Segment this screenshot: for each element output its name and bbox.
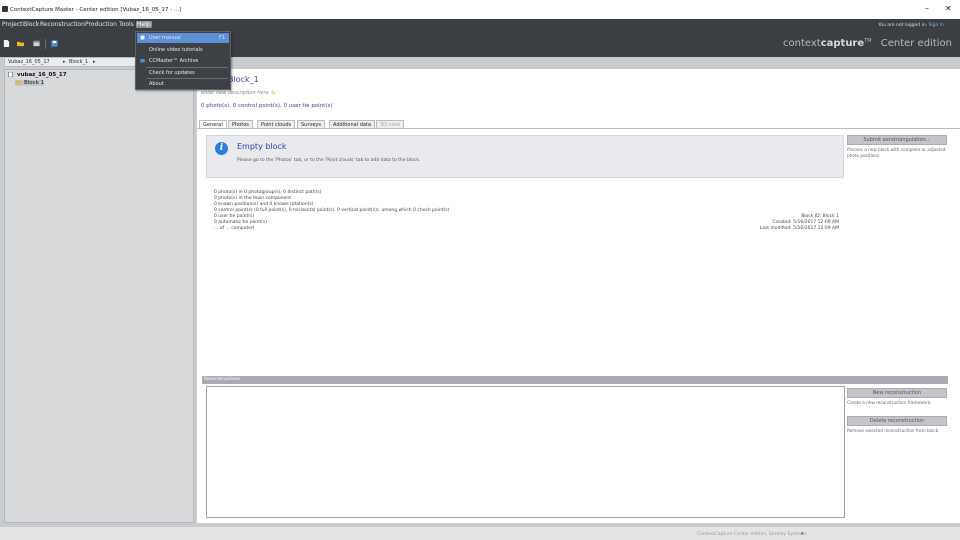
brand-tm: TM	[864, 38, 872, 44]
open-project-icon[interactable]	[17, 40, 24, 47]
reconstructions-list[interactable]	[206, 386, 845, 518]
project-tree: vubaz_16_05_17 Block 1	[4, 69, 194, 523]
new-project-icon[interactable]	[3, 40, 10, 47]
menu-reconstruction[interactable]: Reconstruction	[39, 21, 86, 28]
stat-line: 0 automatic tie point(s)	[214, 220, 268, 225]
block-panel: Block_1 enter new description here ✎ 0 p…	[197, 69, 960, 523]
archive-menu-icon	[140, 59, 145, 63]
menu-tools[interactable]: Tools	[118, 21, 135, 28]
menu-project[interactable]: Project	[1, 21, 24, 28]
license-text: You are not logged in.	[878, 23, 928, 28]
brand-text-capture: capture	[820, 38, 865, 49]
block-summary[interactable]: 0 photo(s), 0 control point(s), 0 user t…	[201, 103, 333, 109]
tree-item-block[interactable]: Block 1	[15, 80, 45, 86]
stat-line: 0 photo(s) in 0 photogroup(s), 0 distinc…	[214, 190, 322, 195]
save-icon[interactable]	[51, 40, 58, 47]
brand-logo: contextcaptureTM Center edition	[783, 38, 952, 49]
menu-block[interactable]: Block	[22, 21, 40, 28]
help-dropdown-menu: User manual F1 Online video tutorials CC…	[135, 31, 231, 90]
menu-item-archive[interactable]: CCMaster™ Archive	[137, 56, 229, 66]
block-title: Block_1	[228, 75, 259, 84]
submit-note: Process a new block with complete or adj…	[847, 147, 946, 158]
tab-divider	[197, 128, 960, 129]
menu-help[interactable]: Help	[136, 21, 152, 28]
menu-production[interactable]: Production	[84, 21, 118, 28]
created-date: Created: 5/16/2017 12:09 AM	[772, 220, 839, 225]
tree-project-label: vubaz_16_05_17	[17, 72, 67, 78]
close-button[interactable]: ✕	[945, 4, 952, 13]
reconstructions-title: Reconstructions	[204, 377, 241, 382]
status-arrow-icon[interactable]: ▾	[801, 531, 804, 537]
video-tutorials-label: Online video tutorials	[149, 47, 203, 53]
toolbar-separator	[45, 39, 46, 49]
menu-item-about[interactable]: About	[137, 79, 229, 89]
menu-item-check-updates[interactable]: Check for updates	[137, 68, 229, 78]
stat-line: 0 photo(s) in the main component	[214, 196, 292, 201]
reconstructions-header: Reconstructions	[202, 376, 948, 384]
license-status: You are not logged in. Sign In	[878, 23, 944, 28]
tree-item-project[interactable]: vubaz_16_05_17	[8, 72, 67, 78]
archive-icon[interactable]	[33, 40, 40, 47]
menu-bar: Project Block Reconstruction Production …	[0, 19, 960, 30]
delete-reconstruction-button[interactable]: Delete reconstruction	[847, 416, 947, 426]
status-bar: ContextCapture Center edition, Bentley S…	[0, 527, 960, 540]
info-icon: i	[215, 142, 228, 155]
app-icon	[2, 6, 8, 12]
breadcrumb-project[interactable]: Vubaz_16_05_17	[8, 59, 50, 65]
title-bar: ContextCapture Master - Center edition […	[0, 0, 960, 19]
user-manual-shortcut: F1	[218, 35, 225, 41]
modified-date: Last modified: 5/16/2017 12:09 AM	[759, 226, 839, 231]
stat-line: ... of ... computed	[214, 226, 254, 231]
stat-line: 0 known position(s) and 0 known rotation…	[214, 202, 314, 207]
manual-icon	[140, 35, 145, 40]
status-text: ContextCapture Center edition, Bentley S…	[697, 532, 807, 537]
minimize-button[interactable]: –	[925, 4, 929, 13]
empty-block-notice: i Empty block Please go to the 'Photos' …	[206, 135, 844, 178]
user-manual-label: User manual	[149, 35, 181, 41]
check-updates-label: Check for updates	[149, 70, 195, 76]
tree-block-label: Block 1	[24, 80, 45, 86]
brand-text-context: context	[783, 38, 821, 49]
stat-line: 0 control point(s) (0 full point(s), 0 h…	[214, 208, 450, 213]
new-reconstruction-button[interactable]: New reconstruction	[847, 388, 947, 398]
notice-title: Empty block	[237, 142, 287, 151]
brand-edition: Center edition	[880, 38, 952, 49]
about-label: About	[149, 81, 164, 87]
block-id: Block ID: Block 1	[801, 214, 839, 219]
sign-in-link[interactable]: Sign In	[929, 23, 944, 28]
breadcrumb-arrow[interactable]: ▸	[93, 59, 96, 65]
breadcrumb-separator: ▸	[63, 59, 66, 65]
breadcrumb-block[interactable]: Block_1	[69, 59, 88, 65]
project-file-icon	[8, 72, 13, 77]
menu-item-video-tutorials[interactable]: Online video tutorials	[137, 45, 229, 55]
window-title: ContextCapture Master - Center edition […	[10, 7, 182, 13]
block-icon	[15, 80, 21, 85]
menu-item-user-manual[interactable]: User manual F1	[137, 33, 229, 43]
edit-pencil-icon[interactable]: ✎	[271, 90, 276, 97]
stat-line: 0 user tie point(s)	[214, 214, 255, 219]
description-field[interactable]: enter new description here	[201, 90, 269, 96]
new-reconstruction-note: Create a new reconstruction framework.	[847, 400, 932, 405]
notice-message: Please go to the 'Photos' tab, or to the…	[237, 158, 421, 163]
delete-reconstruction-note: Remove selected reconstruction from bloc…	[847, 428, 940, 433]
submit-aerotriangulation-button[interactable]: Submit aerotriangulation...	[847, 135, 947, 145]
archive-label: CCMaster™ Archive	[149, 58, 199, 64]
